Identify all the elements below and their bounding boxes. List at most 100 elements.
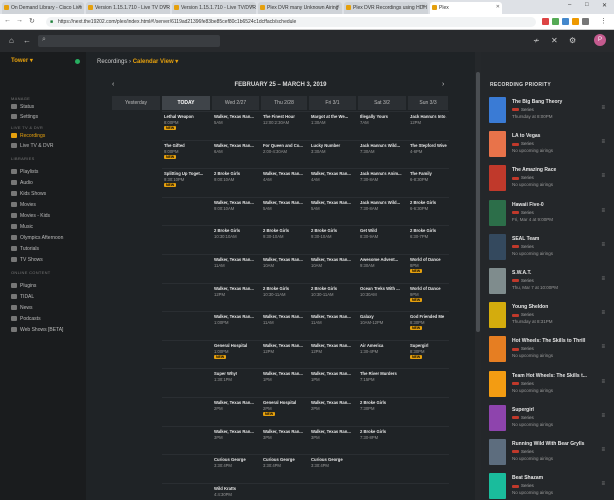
sidebar-item-music[interactable]: Music [11, 224, 33, 230]
recording-cell[interactable]: Awesome Advent... 9:30AM [360, 257, 405, 284]
recording-cell[interactable]: Walker, Texas Ran... 11AM [214, 257, 258, 284]
recording-cell[interactable]: Walker, Texas Ran... 6AM [214, 143, 258, 170]
priority-item[interactable]: Supergirl Series No upcoming airings ≡ [481, 404, 614, 439]
drag-handle-icon[interactable]: ≡ [601, 447, 605, 453]
browser-tab-active[interactable]: Plex ✕ [430, 2, 502, 14]
recording-cell[interactable]: Lethal Weapon 8:00PM NEW [164, 114, 209, 141]
recording-cell[interactable]: Walker, Texas Ran... 4AM [263, 171, 306, 198]
recording-cell[interactable]: Jack Hanna's Wild... 7:30-8AM [360, 200, 405, 227]
priority-item[interactable]: Beat Shazam Series No upcoming airings ≡ [481, 473, 614, 500]
recording-cell[interactable]: Curious George 3:30:4PM [311, 457, 355, 484]
recording-cell[interactable]: Margot at the We... 1:30AM [311, 114, 355, 141]
recording-cell[interactable]: Jack Hanna's Anim... 7:30-8AM [360, 171, 405, 198]
recording-cell[interactable]: Walker, Texas Ran... 11AM [263, 314, 306, 341]
recording-cell[interactable]: Super Why! 1:30:1PM [214, 371, 258, 398]
recording-cell[interactable]: General Hospital 1:00PM NEW [214, 343, 258, 370]
close-window-button[interactable]: ✕ [602, 2, 607, 9]
drag-handle-icon[interactable]: ≡ [601, 310, 605, 316]
settings-icon[interactable]: ✕ [551, 36, 558, 45]
recording-cell[interactable]: 2 Broke Girls 7:30PM [360, 400, 405, 427]
recording-cell[interactable]: Walker, Texas Ran... 4AM [311, 171, 355, 198]
recording-cell[interactable]: Walker, Texas Ran... 12PM [311, 343, 355, 370]
recording-cell[interactable]: Lucky Number 3:30AM [311, 143, 355, 170]
home-icon[interactable]: ⌂ [9, 36, 14, 45]
recording-cell[interactable]: Get Wild 8:30-9AM [360, 228, 405, 255]
extension-icon[interactable] [542, 18, 549, 25]
drag-handle-icon[interactable]: ≡ [601, 139, 605, 145]
recording-cell[interactable]: Curious George 3:30:4PM [214, 457, 258, 484]
recording-cell[interactable]: 2 Broke Girls 10:30-11AM [311, 286, 355, 313]
recording-cell[interactable]: 2 Broke Girls 10:30:10AM [214, 228, 258, 255]
breadcrumb-recordings[interactable]: Recordings [97, 59, 127, 65]
extension-icon[interactable] [562, 18, 569, 25]
sidebar-item-live-tv[interactable]: Live TV & DVR [11, 143, 54, 149]
recording-cell[interactable]: Curious George 3:30:4PM [263, 457, 306, 484]
back-icon[interactable]: ← [4, 17, 11, 24]
maximize-button[interactable]: □ [585, 2, 589, 8]
sidebar-item-podcasts[interactable]: Podcasts [11, 316, 41, 322]
recording-cell[interactable]: God Friended Me 8:30PM NEW [410, 314, 447, 341]
minimize-button[interactable]: – [568, 2, 571, 8]
drag-handle-icon[interactable]: ≡ [601, 242, 605, 248]
recording-cell[interactable]: Jack Hanna's Wild... 7:30AM [360, 143, 405, 170]
priority-item[interactable]: Running Wild With Bear Grylls Series No up… [481, 439, 614, 473]
browser-tab[interactable]: Version 1.15.1.710 - Live TV DVR ✕ [86, 2, 170, 14]
drag-handle-icon[interactable]: ≡ [601, 481, 605, 487]
sidebar-item-settings[interactable]: Settings [11, 114, 38, 120]
sidebar-item-audio[interactable]: Audio [11, 180, 33, 186]
priority-item[interactable]: SEAL Team Series No upcoming airings ≡ [481, 233, 614, 268]
activity-icon[interactable]: ≁ [533, 36, 540, 45]
recording-cell[interactable]: Walker, Texas Ran... 12PM [214, 286, 258, 313]
sidebar-item-status[interactable]: Status [11, 104, 34, 110]
drag-handle-icon[interactable]: ≡ [601, 173, 605, 179]
recording-cell[interactable]: Walker, Texas Ran... 1:00PM [214, 314, 258, 341]
sidebar-item-tutorials[interactable]: Tutorials [11, 246, 39, 252]
drag-handle-icon[interactable]: ≡ [601, 208, 605, 214]
recording-cell[interactable]: Walker, Texas Ran... 2PM [311, 400, 355, 427]
recording-cell[interactable]: Air America 1:30-4PM [360, 343, 405, 370]
priority-item[interactable]: S.W.A.T. Series Thu, Mar 7 at 10:00PM ≡ [481, 268, 614, 302]
search-input[interactable]: ⌕ [38, 35, 220, 47]
server-selector[interactable]: Tower ▾ [11, 57, 33, 64]
recording-cell[interactable]: The Gifted 9:00PM NEW [164, 143, 209, 170]
drag-handle-icon[interactable]: ≡ [601, 413, 605, 419]
recording-cell[interactable]: Jack Hanna's Into ... 12PM [410, 114, 447, 141]
recording-cell[interactable]: 2 Broke Girls 9:30-10AM [263, 228, 306, 255]
browser-tab[interactable]: Plex DVR Recordings using HDH ✕ [344, 2, 428, 14]
browser-tab[interactable]: Version 1.15.1.710 - Live TV/DVR ✕ [172, 2, 256, 14]
recording-cell[interactable]: 2 Broke Girls 6:30-7PM [410, 228, 447, 255]
recording-cell[interactable]: Walker, Texas Ran... 12PM [263, 343, 306, 370]
recording-cell[interactable]: Walker, Texas Ran... 1PM [263, 371, 306, 398]
close-icon[interactable]: ✕ [496, 4, 500, 10]
browser-tab[interactable]: Plex DVR many Unknown Airing ✕ [258, 2, 342, 14]
recording-cell[interactable]: 2 Broke Girls 6-6:30PM [410, 200, 447, 227]
close-icon[interactable]: ✕ [336, 4, 340, 10]
recording-cell[interactable]: Walker, Texas Ran... 2PM [214, 400, 258, 427]
menu-icon[interactable]: ⋮ [600, 17, 607, 25]
recording-cell[interactable]: Ocean Treks With ... 10:30AM [360, 286, 405, 313]
recording-cell[interactable]: 2 Broke Girls 9:30-10AM [311, 228, 355, 255]
cast-icon[interactable]: ⚙ [569, 36, 576, 45]
drag-handle-icon[interactable]: ≡ [601, 276, 605, 282]
close-icon[interactable]: ✕ [78, 4, 82, 10]
recording-cell[interactable]: Walker, Texas Ran... 11AM [311, 314, 355, 341]
sidebar-item-movies-kids[interactable]: Movies - Kids [11, 213, 50, 219]
recording-cell[interactable]: Supergirl 8:30PM NEW [410, 343, 447, 370]
recording-cell[interactable]: Galaxy 10AM-12PM [360, 314, 405, 341]
priority-item[interactable]: Hot Wheels: The Skills to Thrill Series No… [481, 336, 614, 370]
recording-cell[interactable]: The Stepford Wives 4-6PM [410, 143, 447, 170]
scrollbar-thumb[interactable] [476, 72, 480, 332]
sidebar-item-tv-shows[interactable]: TV Shows [11, 257, 43, 263]
forward-icon[interactable]: → [16, 17, 23, 24]
recording-cell[interactable]: Walker, Texas Ran... 5AM [311, 200, 355, 227]
close-icon[interactable]: ✕ [164, 4, 168, 10]
recording-cell[interactable]: Walker, Texas Ran... 5AM [263, 200, 306, 227]
sidebar-item-olympics[interactable]: Olympics Afternoon [11, 235, 63, 241]
priority-item[interactable]: Young Sheldon Series Thursday at 8:31PM ≡ [481, 302, 614, 336]
recording-cell[interactable]: World of Dance 8PM NEW [410, 257, 447, 284]
recording-cell[interactable]: Illegally Yours 7AM [360, 114, 405, 141]
recording-cell[interactable]: Walker, Texas Ran... 5AM [214, 114, 258, 141]
sidebar-item-web-shows[interactable]: Web Shows [BETA] [11, 327, 63, 333]
recording-cell[interactable]: Walker, Texas Ran... 3PM [263, 429, 306, 456]
sidebar-item-playlists[interactable]: Playlists [11, 169, 38, 175]
